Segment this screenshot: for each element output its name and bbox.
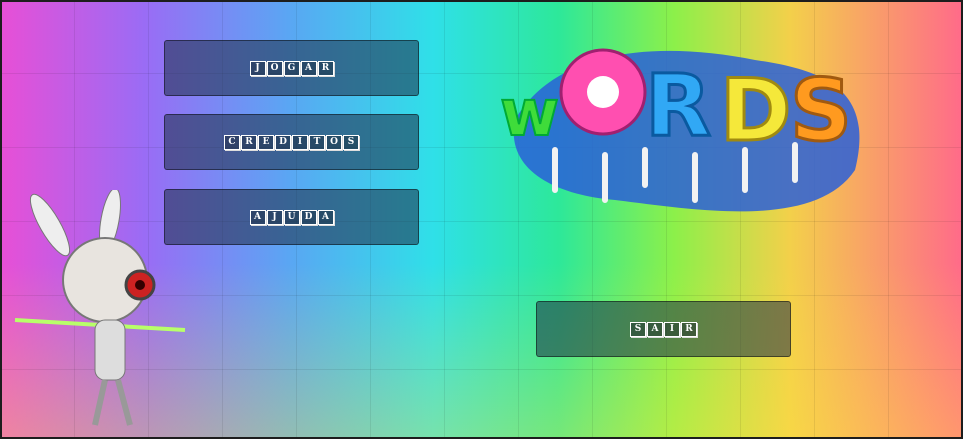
letter-block: A bbox=[300, 60, 317, 76]
letter-block: D bbox=[275, 134, 291, 150]
letter-block: R bbox=[317, 60, 334, 76]
letter-block: S bbox=[343, 134, 359, 150]
letter-block: R bbox=[681, 321, 697, 337]
exit-button[interactable]: SAIR bbox=[536, 301, 791, 357]
letter-block: J bbox=[266, 209, 283, 225]
letter-block: O bbox=[326, 134, 342, 150]
letter-block: G bbox=[283, 60, 300, 76]
credits-label: CREDITOS bbox=[224, 134, 359, 150]
letter-block: S bbox=[630, 321, 646, 337]
letter-block: D bbox=[300, 209, 317, 225]
letter-block: A bbox=[249, 209, 266, 225]
play-button[interactable]: JOGAR bbox=[164, 40, 419, 96]
help-label: AJUDA bbox=[249, 209, 334, 225]
play-label: JOGAR bbox=[249, 60, 334, 76]
svg-text:S: S bbox=[790, 61, 852, 161]
letter-block: E bbox=[258, 134, 274, 150]
svg-text:D: D bbox=[720, 61, 791, 161]
letter-block: I bbox=[664, 321, 680, 337]
letter-block: A bbox=[647, 321, 663, 337]
credits-button[interactable]: CREDITOS bbox=[164, 114, 419, 170]
letter-block: C bbox=[224, 134, 240, 150]
letter-block: U bbox=[283, 209, 300, 225]
letter-block: O bbox=[266, 60, 283, 76]
letter-block: A bbox=[317, 209, 334, 225]
letter-block: J bbox=[249, 60, 266, 76]
words-logo: w R D S bbox=[499, 48, 860, 212]
letter-block: R bbox=[241, 134, 257, 150]
svg-text:w: w bbox=[500, 77, 559, 151]
help-button[interactable]: AJUDA bbox=[164, 189, 419, 245]
letter-block: T bbox=[309, 134, 325, 150]
letter-block: I bbox=[292, 134, 308, 150]
svg-text:R: R bbox=[645, 56, 711, 156]
exit-label: SAIR bbox=[630, 321, 697, 337]
